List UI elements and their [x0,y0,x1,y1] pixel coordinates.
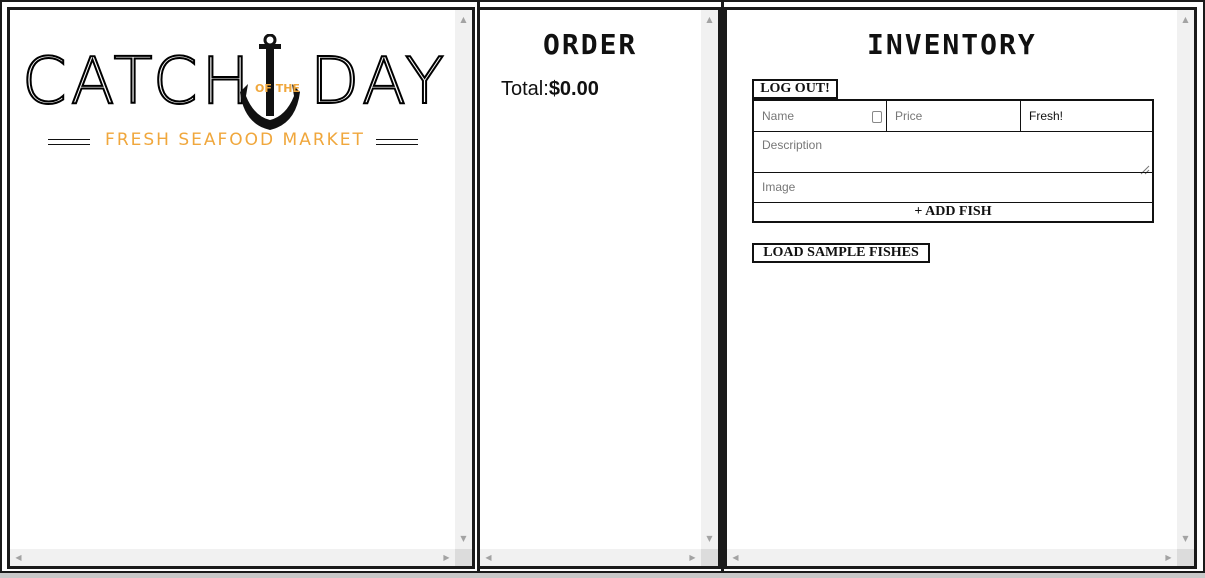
scroll-up-arrow-icon[interactable]: ▲ [705,16,714,24]
fish-description-textarea[interactable]: Description [754,132,1152,172]
add-fish-button[interactable]: + ADD FISH [754,203,1152,221]
inventory-horizontal-scrollbar[interactable]: ◀ ▶ [727,549,1177,566]
tagline-rule-left-1 [48,139,90,140]
logout-button[interactable]: LOG OUT! [752,79,838,99]
window-bottom-edge [0,573,1205,578]
scrollbar-corner [1177,549,1194,566]
logo-of-the-text: OF THE [255,82,300,95]
order-horizontal-scrollbar[interactable]: ◀ ▶ [480,549,701,566]
scroll-right-arrow-icon[interactable]: ▶ [688,554,697,562]
catch-of-the-day-logo: CATCH OF THE DAY FRESH SEAFOOD MARKET [10,10,458,170]
logo-word-catch: CATCH [21,44,254,120]
scroll-down-arrow-icon[interactable]: ▼ [705,535,714,543]
inventory-title: INVENTORY [867,28,1037,61]
fish-status-select[interactable]: Fresh! [1021,101,1152,132]
fish-name-input[interactable]: Name [754,101,887,132]
order-title: ORDER [543,28,638,61]
scroll-down-arrow-icon[interactable]: ▼ [459,535,468,543]
inventory-panel: INVENTORY LOG OUT! Name Price Fresh! Des… [724,7,1197,569]
menu-horizontal-scrollbar[interactable]: ◀ ▶ [10,549,455,566]
load-sample-fishes-button[interactable]: LOAD SAMPLE FISHES [752,243,930,263]
scroll-up-arrow-icon[interactable]: ▲ [1181,16,1190,24]
scroll-left-arrow-icon[interactable]: ◀ [484,554,493,562]
fish-price-input[interactable]: Price [887,101,1020,132]
order-vertical-scrollbar[interactable]: ▲ ▼ [701,10,718,549]
anchor-icon: OF THE [236,33,304,130]
scroll-left-arrow-icon[interactable]: ◀ [14,554,23,562]
menu-vertical-scrollbar[interactable]: ▲ ▼ [455,10,472,549]
order-total: Total:$0.00 [501,78,599,101]
order-total-label: Total: [501,78,549,100]
add-fish-form: Name Price Fresh! Description Image + AD… [752,99,1154,223]
scroll-left-arrow-icon[interactable]: ◀ [731,554,740,562]
textarea-resize-handle-icon[interactable] [1140,160,1150,175]
menu-panel: CATCH OF THE DAY FRESH SEAFOOD MARKET ▲ … [7,7,475,569]
tagline-rule-right-2 [376,144,418,145]
scroll-up-arrow-icon[interactable]: ▲ [459,16,468,24]
scrollbar-corner [701,549,718,566]
fish-image-input[interactable]: Image [754,173,1152,202]
tagline-rule-right-1 [376,139,418,140]
tagline: FRESH SEAFOOD MARKET [105,130,365,150]
scroll-down-arrow-icon[interactable]: ▼ [1181,535,1190,543]
logo-word-day: DAY [309,44,449,120]
tagline-rule-left-2 [48,144,90,145]
autofill-contact-icon [872,111,882,123]
scrollbar-corner [455,549,472,566]
order-panel: ORDER Total:$0.00 ▲ ▼ ◀ ▶ [480,7,721,569]
inventory-vertical-scrollbar[interactable]: ▲ ▼ [1177,10,1194,549]
scroll-right-arrow-icon[interactable]: ▶ [1164,554,1173,562]
order-total-value: $0.00 [548,78,599,100]
scroll-right-arrow-icon[interactable]: ▶ [442,554,451,562]
